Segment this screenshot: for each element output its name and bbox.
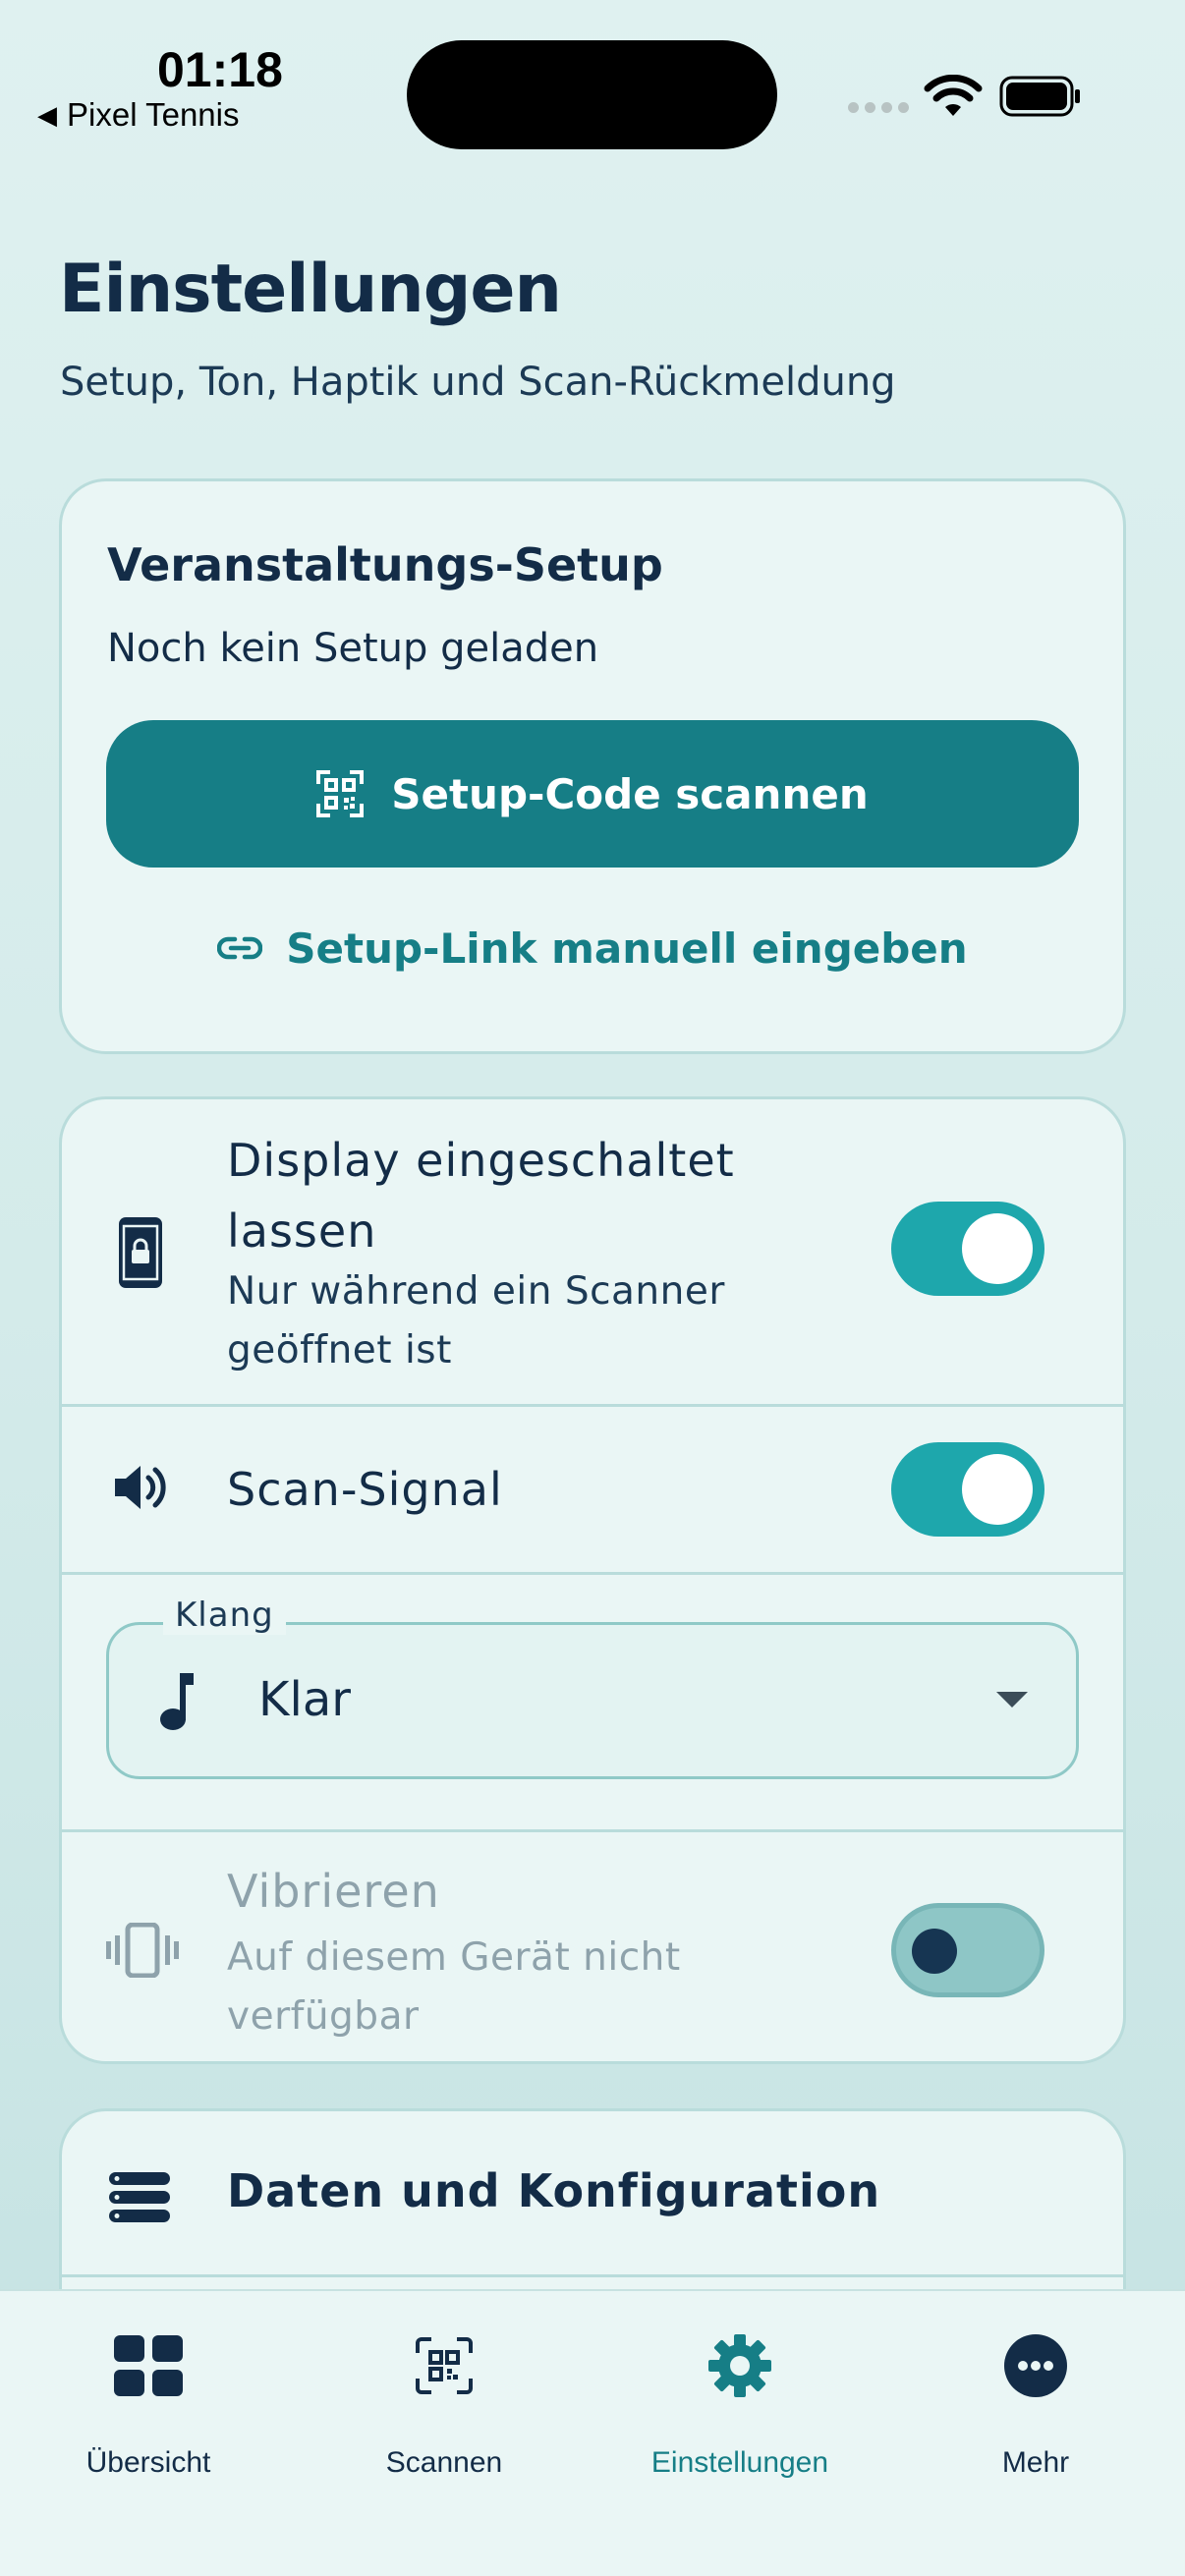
scan-signal-toggle[interactable] [891, 1442, 1044, 1537]
link-icon [217, 936, 263, 960]
vibrate-subtitle: Auf diesem Gerät nicht verfügbar [227, 1935, 681, 2039]
page-subtitle: Setup, Ton, Haptik und Scan-Rückmeldung [60, 360, 896, 405]
nav-label: Scannen [385, 2446, 503, 2479]
bottom-navigation: Übersicht Scannen Einstellungen Mehr [0, 2289, 1185, 2576]
grid-icon [114, 2335, 183, 2396]
back-triangle-icon: ◀ [37, 99, 57, 130]
divider [62, 2274, 1123, 2277]
event-setup-heading: Veranstaltungs-Setup [107, 538, 663, 591]
sound-select-value: Klar [258, 1672, 351, 1727]
chevron-down-icon [996, 1692, 1028, 1708]
setup-status-text: Noch kein Setup geladen [107, 626, 599, 671]
phone-lock-icon [119, 1217, 162, 1288]
scan-setup-code-label: Setup-Code scannen [391, 769, 869, 818]
status-time: 01:18 [157, 42, 283, 97]
vibrate-row: Vibrieren Auf diesem Gerät nicht verfügb… [62, 1832, 1123, 2061]
qr-code-icon [316, 770, 365, 817]
keep-display-on-row: Display eingeschaltet lassen Nur während… [62, 1099, 1123, 1407]
wifi-icon [924, 75, 983, 116]
toggle-knob [962, 1454, 1033, 1525]
event-setup-card: Veranstaltungs-Setup Noch kein Setup gel… [59, 478, 1126, 1054]
nav-label: Mehr [1001, 2446, 1070, 2479]
keep-display-on-title: Display eingeschaltet lassen [227, 1134, 735, 1258]
speaker-icon [115, 1466, 166, 1509]
settings-card: Display eingeschaltet lassen Nur während… [59, 1096, 1126, 2064]
cellular-signal-icon [848, 102, 909, 113]
toggle-knob [962, 1213, 1033, 1284]
nav-item-overview[interactable]: Übersicht [0, 2328, 297, 2480]
sound-select[interactable]: Klang Klar [106, 1596, 1079, 1779]
nav-label: Übersicht [85, 2446, 211, 2479]
storage-list-icon [109, 2172, 170, 2222]
keep-display-on-subtitle: Nur während ein Scanner geöffnet ist [227, 1269, 725, 1372]
nav-label: Einstellungen [650, 2446, 829, 2479]
qr-scan-icon [416, 2337, 473, 2394]
status-bar: 01:18 ◀ Pixel Tennis [0, 0, 1185, 157]
vibrate-title: Vibrieren [227, 1865, 440, 1918]
back-to-app-link[interactable]: ◀ Pixel Tennis [37, 96, 240, 134]
gear-icon [708, 2334, 771, 2397]
manual-setup-link-label: Setup-Link manuell eingeben [286, 924, 968, 973]
vibrate-toggle[interactable] [891, 1903, 1044, 1997]
more-icon [1004, 2334, 1067, 2397]
page-title: Einstellungen [59, 251, 562, 328]
keep-display-on-toggle[interactable] [891, 1202, 1044, 1296]
nav-item-scan[interactable]: Scannen [296, 2328, 592, 2480]
scan-signal-title: Scan-Signal [227, 1463, 503, 1516]
nav-item-more[interactable]: Mehr [887, 2328, 1184, 2480]
dynamic-island [407, 40, 777, 149]
back-app-label: Pixel Tennis [67, 96, 240, 133]
scan-signal-row: Scan-Signal [62, 1407, 1123, 1575]
toggle-knob [912, 1929, 957, 1974]
data-config-title: Daten und Konfiguration [227, 2164, 881, 2217]
sound-select-label: Klang [163, 1596, 286, 1635]
vibration-icon [106, 1923, 179, 1978]
battery-icon [999, 76, 1080, 117]
manual-setup-link-button[interactable]: Setup-Link manuell eingeben [62, 909, 1123, 987]
nav-item-settings[interactable]: Einstellungen [592, 2328, 888, 2480]
music-note-icon [160, 1673, 194, 1730]
scan-setup-code-button[interactable]: Setup-Code scannen [106, 720, 1079, 868]
